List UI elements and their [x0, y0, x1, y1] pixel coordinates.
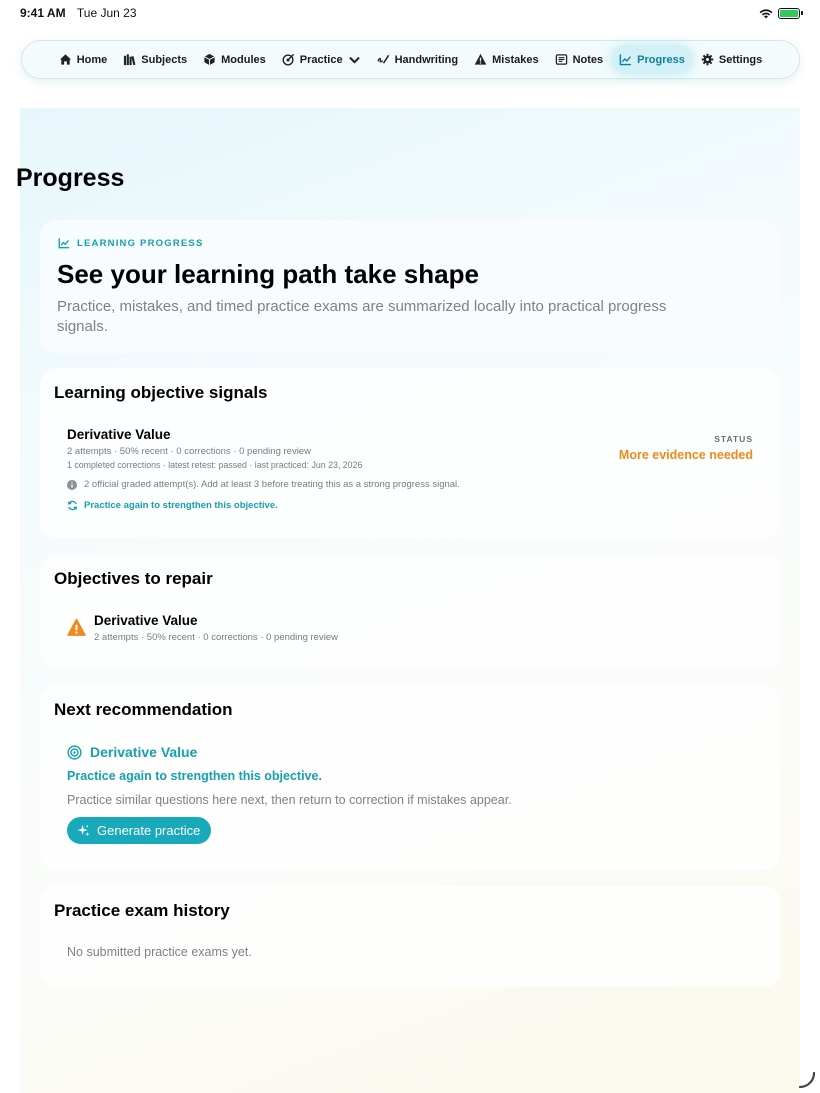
objective-name: Derivative Value	[67, 427, 171, 442]
objective-meta: 2 attempts · 50% recent · 0 corrections …	[67, 446, 311, 457]
repair-objective-name: Derivative Value	[94, 613, 198, 628]
objective-signals-card: Learning objective signals Derivative Va…	[40, 368, 780, 538]
home-icon	[59, 54, 71, 65]
section-title: Objectives to repair	[54, 569, 213, 588]
target-icon	[67, 744, 82, 760]
nav-label-practice: Practice	[299, 53, 343, 66]
refresh-icon	[67, 500, 78, 511]
nav-label-progress: Progress	[637, 53, 685, 66]
notes-icon	[555, 54, 567, 65]
evidence-note: 2 official graded attempt(s). Add at lea…	[67, 479, 460, 490]
section-title: Learning objective signals	[54, 383, 268, 402]
chevron-down-icon	[348, 56, 360, 64]
nav-label-subjects: Subjects	[141, 53, 188, 66]
section-title: Next recommendation	[54, 700, 233, 719]
status-time: 9:41 AM	[20, 6, 66, 20]
nav-label-home: Home	[76, 53, 108, 66]
scribble-icon	[376, 54, 389, 64]
warning-icon	[67, 618, 86, 636]
nav-label-handwriting: Handwriting	[394, 53, 459, 66]
recommendation-description: Practice similar questions here next, th…	[67, 793, 512, 807]
recommended-objective-name: Derivative Value	[90, 744, 198, 760]
nav-label-settings: Settings	[718, 53, 763, 66]
status-bar: 9:41 AM Tue Jun 23	[0, 0, 820, 26]
nav-item-practice[interactable]: Practice	[276, 47, 367, 72]
objectives-repair-card: Objectives to repair Derivative Value 2 …	[40, 555, 780, 668]
books-icon	[124, 54, 136, 66]
hero-card: LEARNING PROGRESS See your learning path…	[40, 220, 780, 353]
status-right	[759, 7, 803, 19]
status-date: Tue Jun 23	[76, 6, 137, 20]
hero-eyebrow-text: LEARNING PROGRESS	[77, 237, 204, 249]
nav-item-modules[interactable]: Modules	[197, 47, 272, 72]
hero-description: Practice, mistakes, and timed practice e…	[57, 298, 667, 335]
gear-icon	[701, 53, 714, 66]
section-title: Practice exam history	[54, 901, 230, 920]
nav-item-home[interactable]: Home	[53, 47, 114, 72]
sparkles-icon	[77, 824, 90, 837]
hero-eyebrow: LEARNING PROGRESS	[58, 237, 204, 249]
status-left: 9:41 AM Tue Jun 23	[20, 6, 137, 20]
nav-label-notes: Notes	[572, 53, 604, 66]
practice-again-link[interactable]: Practice again to strengthen this object…	[67, 500, 278, 511]
hero-title: See your learning path take shape	[57, 259, 479, 289]
nav-label-modules: Modules	[221, 53, 266, 66]
generate-practice-label: Generate practice	[97, 823, 201, 838]
cube-icon	[204, 53, 215, 66]
status-label: STATUS	[714, 434, 753, 444]
nav-item-progress[interactable]: Progress	[613, 47, 691, 72]
wifi-icon	[759, 8, 773, 18]
nav-label-mistakes: Mistakes	[492, 53, 539, 66]
page-title: Progress	[16, 164, 125, 192]
recommended-objective: Derivative Value	[67, 744, 197, 760]
status-badge: More evidence needed	[618, 448, 753, 462]
exam-history-card: Practice exam history No submitted pract…	[40, 886, 780, 987]
repair-objective-meta: 2 attempts · 50% recent · 0 corrections …	[94, 632, 338, 643]
battery-icon	[778, 7, 803, 19]
top-navigation: Home Subjects Modules Practice Handwriti…	[21, 40, 800, 79]
empty-state-text: No submitted practice exams yet.	[67, 945, 252, 959]
nav-item-mistakes[interactable]: Mistakes	[468, 47, 544, 72]
target-pencil-icon	[282, 53, 294, 66]
next-recommendation-card: Next recommendation Derivative Value Pra…	[40, 686, 780, 870]
chart-icon	[619, 54, 632, 66]
practice-again-text: Practice again to strengthen this object…	[84, 500, 278, 511]
warning-icon	[474, 53, 487, 65]
chart-icon	[58, 238, 70, 249]
nav-item-settings[interactable]: Settings	[695, 47, 768, 72]
nav-item-handwriting[interactable]: Handwriting	[371, 47, 465, 72]
nav-item-subjects[interactable]: Subjects	[117, 47, 193, 72]
evidence-note-text: 2 official graded attempt(s). Add at lea…	[84, 479, 460, 490]
nav-item-notes[interactable]: Notes	[549, 47, 610, 72]
generate-practice-button[interactable]: Generate practice	[67, 817, 212, 844]
objective-meta-detail: 1 completed corrections · latest retest:…	[67, 460, 363, 470]
recommendation-subtitle: Practice again to strengthen this object…	[67, 769, 322, 783]
resize-handle-icon[interactable]	[798, 1071, 816, 1089]
info-icon	[67, 479, 77, 490]
